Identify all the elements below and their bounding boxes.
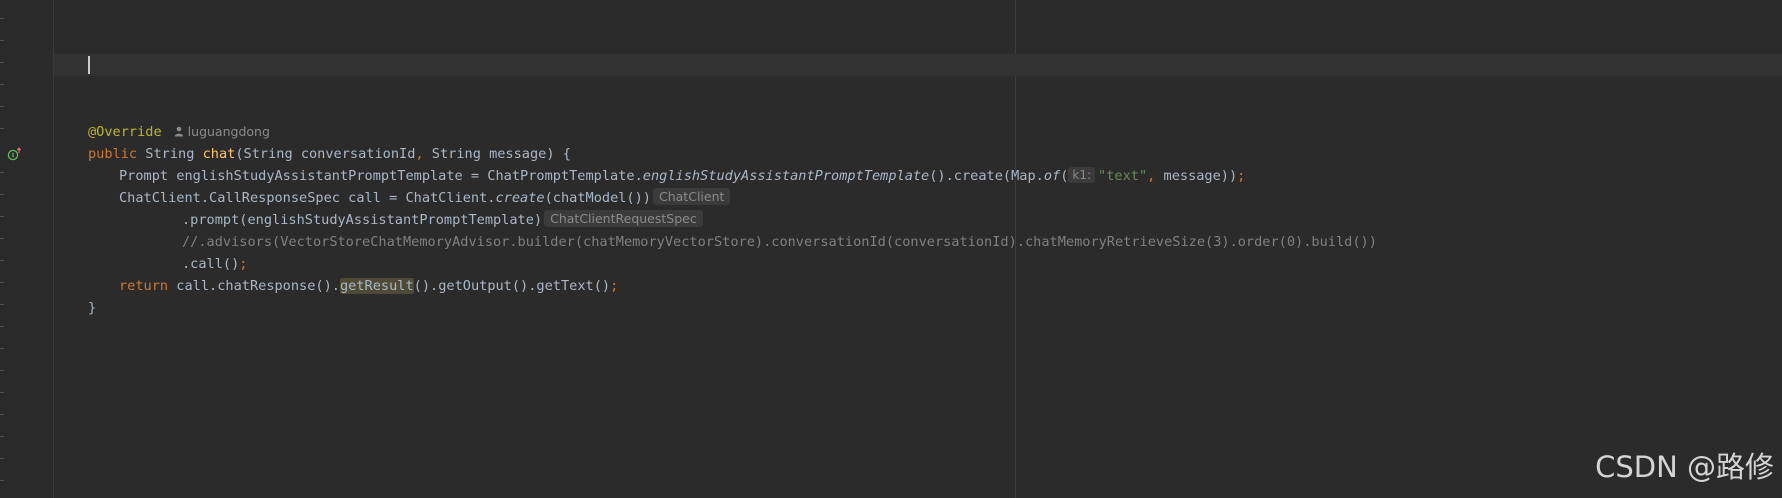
semicolon: ; — [1237, 168, 1246, 184]
person-icon — [174, 126, 183, 137]
annotation-line[interactable]: @Override luguangdong — [88, 121, 270, 143]
gutter-tick — [0, 18, 4, 19]
method-signature-line[interactable]: public String chat(String conversationId… — [88, 143, 571, 165]
code-author-inlay[interactable]: luguangdong — [174, 121, 270, 143]
parameter-name-hint: k1: — [1068, 167, 1096, 183]
keyword-public: public — [88, 146, 138, 162]
return-statement-line[interactable]: return call.chatResponse().getResult().g… — [119, 275, 618, 297]
csdn-watermark: CSDN @路修 — [1595, 450, 1774, 484]
chat-model-call: (chatModel()) — [544, 190, 651, 206]
gutter-tick — [0, 348, 4, 349]
gutter-tick — [0, 106, 4, 107]
method-name: chat — [202, 146, 236, 162]
implements-method-icon[interactable] — [7, 147, 23, 161]
template-method-call: englishStudyAssistantPromptTemplate — [642, 168, 930, 184]
comment-line[interactable]: //.advisors(VectorStoreChatMemoryAdvisor… — [182, 231, 1377, 253]
return-type: String — [145, 146, 195, 162]
prompt-chain-line[interactable]: .prompt(englishStudyAssistantPromptTempl… — [182, 209, 703, 231]
highlighted-get-result[interactable]: getResult — [339, 278, 414, 294]
current-line-highlight — [54, 54, 1782, 76]
gutter-tick — [0, 238, 4, 239]
method-params-rest: String message) { — [423, 146, 571, 162]
gutter-tick — [0, 84, 4, 85]
prompt-statement-line[interactable]: Prompt englishStudyAssistantPromptTempla… — [119, 165, 1245, 187]
chat-response-call: call.chatResponse(). — [168, 278, 340, 294]
gutter-tick — [0, 480, 4, 481]
override-annotation: @Override — [88, 124, 162, 140]
gutter-tick — [0, 172, 4, 173]
gutter-tick — [0, 458, 4, 459]
semicolon: ; — [610, 278, 619, 294]
gutter-tick — [0, 326, 4, 327]
gutter-tick — [0, 216, 4, 217]
string-literal-text: "text" — [1098, 168, 1148, 184]
prompt-tail: message)) — [1155, 168, 1238, 184]
call-statement-line[interactable]: ChatClient.CallResponseSpec call = ChatC… — [119, 187, 731, 209]
param-comma: , — [415, 146, 424, 162]
gutter-tick — [0, 128, 4, 129]
open-paren: ( — [1060, 168, 1069, 184]
map-of-call: of — [1043, 168, 1061, 184]
call-chain-line[interactable]: .call(); — [182, 253, 247, 275]
gutter-tick — [0, 414, 4, 415]
gutter-tick — [0, 370, 4, 371]
create-call: create — [495, 190, 545, 206]
line-gutter[interactable] — [0, 0, 54, 498]
call-assignment: ChatClient.CallResponseSpec call = ChatC… — [119, 190, 496, 206]
semicolon: ; — [239, 256, 248, 272]
create-map-call: ().create(Map. — [929, 168, 1044, 184]
author-name: luguangdong — [187, 124, 270, 139]
gutter-tick — [0, 392, 4, 393]
method-params-open: (String conversationId — [235, 146, 416, 162]
keyword-return: return — [119, 278, 169, 294]
call-chain-call: .call() — [182, 256, 240, 272]
output-text-call: ().getOutput().getText() — [413, 278, 611, 294]
gutter-tick — [0, 40, 4, 41]
code-editor[interactable]: @Override luguangdong public String chat(… — [0, 0, 1782, 498]
text-caret — [88, 56, 90, 74]
gutter-tick — [0, 282, 4, 283]
gutter-tick — [0, 62, 4, 63]
gutter-tick — [0, 260, 4, 261]
gutter-tick — [0, 304, 4, 305]
type-hint-chatclient: ChatClient — [653, 188, 731, 205]
prompt-assignment: Prompt englishStudyAssistantPromptTempla… — [119, 168, 643, 184]
type-hint-request-spec: ChatClientRequestSpec — [544, 210, 703, 227]
gutter-tick — [0, 436, 4, 437]
closing-brace-line[interactable]: } — [88, 297, 96, 319]
gutter-tick — [0, 194, 4, 195]
prompt-chain-call: .prompt(englishStudyAssistantPromptTempl… — [182, 212, 543, 228]
